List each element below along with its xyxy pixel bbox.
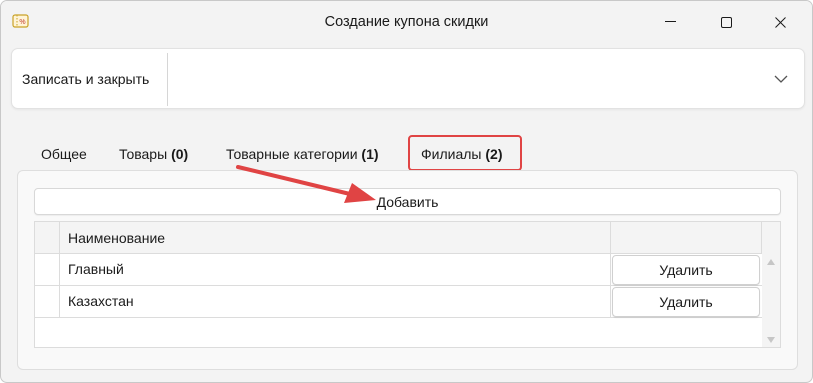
delete-button-label: Удалить xyxy=(659,294,713,310)
tab-categories-label: Товарные категории xyxy=(226,146,358,162)
toolbar-divider xyxy=(167,53,168,106)
delete-button-label: Удалить xyxy=(659,262,713,278)
chevron-down-icon[interactable] xyxy=(774,74,788,84)
coupon-window: % Создание купона скидки Записать и закр… xyxy=(0,0,813,383)
close-icon xyxy=(774,16,786,28)
row-indicator[interactable] xyxy=(35,286,60,317)
minimize-icon xyxy=(664,21,676,22)
tab-goods-count: (0) xyxy=(171,146,189,162)
title-bar[interactable]: % Создание купона скидки xyxy=(1,1,812,43)
tab-goods-label: Товары xyxy=(119,146,168,162)
maximize-icon xyxy=(720,16,732,28)
save-and-close-button[interactable]: Записать и закрыть xyxy=(22,71,149,87)
close-button[interactable] xyxy=(757,1,803,43)
branches-table: Наименование Главный Удалить Казахстан У… xyxy=(34,221,781,348)
row-indicator-header xyxy=(35,222,60,254)
scroll-down-icon[interactable] xyxy=(766,336,776,344)
table-header: Наименование xyxy=(35,222,762,254)
tab-general[interactable]: Общее xyxy=(41,146,87,162)
vertical-scrollbar[interactable] xyxy=(762,222,780,347)
scroll-up-icon[interactable] xyxy=(766,258,776,266)
tab-categories[interactable]: Товарные категории (1) xyxy=(226,146,379,162)
toolbar: Записать и закрыть xyxy=(11,48,805,109)
branch-name-cell[interactable]: Главный xyxy=(60,254,611,285)
tab-branches[interactable]: Филиалы (2) xyxy=(421,146,503,162)
add-button[interactable]: Добавить xyxy=(34,188,781,215)
table-row[interactable]: Казахстан Удалить xyxy=(35,286,762,318)
table-row[interactable]: Главный Удалить xyxy=(35,254,762,286)
tab-general-label: Общее xyxy=(41,146,87,162)
tab-branches-label: Филиалы xyxy=(421,146,482,162)
delete-button[interactable]: Удалить xyxy=(612,287,760,317)
minimize-button[interactable] xyxy=(647,1,693,43)
delete-button[interactable]: Удалить xyxy=(612,255,760,285)
row-indicator[interactable] xyxy=(35,254,60,285)
column-header-name[interactable]: Наименование xyxy=(60,222,611,254)
tab-goods[interactable]: Товары (0) xyxy=(119,146,188,162)
add-button-label: Добавить xyxy=(376,193,439,210)
column-header-action xyxy=(611,222,762,254)
maximize-button[interactable] xyxy=(703,1,749,43)
branch-name-cell[interactable]: Казахстан xyxy=(60,286,611,317)
tab-categories-count: (1) xyxy=(361,146,379,162)
tab-branches-count: (2) xyxy=(485,146,503,162)
